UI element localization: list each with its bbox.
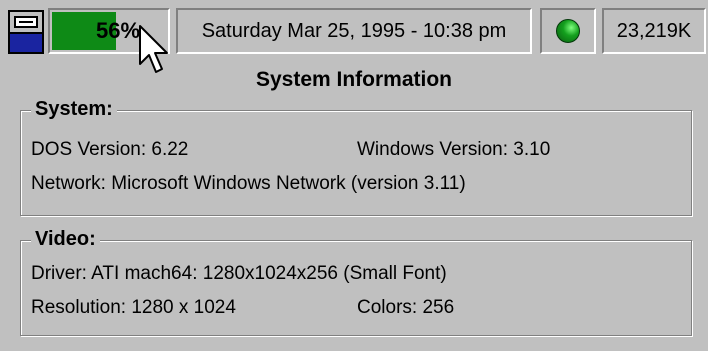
panel-title: System Information xyxy=(255,68,453,91)
dos-version-text: DOS Version: 6.22 xyxy=(31,139,189,160)
network-text: Network: Microsoft Windows Network (vers… xyxy=(31,173,466,194)
windows-version-text: Windows Version: 3.10 xyxy=(357,139,551,160)
video-group: Video: Driver: ATI mach64: 1280x1024x256… xyxy=(20,228,692,336)
status-indicator[interactable] xyxy=(540,8,596,54)
system-menu-button[interactable] xyxy=(8,10,44,54)
mouse-pointer-icon xyxy=(139,25,168,73)
system-menu-icon xyxy=(14,16,38,28)
system-group: System: DOS Version: 6.22 Windows Versio… xyxy=(20,98,692,216)
date-time-display[interactable]: Saturday Mar 25, 1995 - 10:38 pm xyxy=(176,8,532,54)
status-led-icon xyxy=(556,19,580,43)
status-bar: 56% Saturday Mar 25, 1995 - 10:38 pm 23,… xyxy=(0,0,708,62)
system-information-panel: System Information System: DOS Version: … xyxy=(0,62,708,351)
resolution-text: Resolution: 1280 x 1024 xyxy=(31,297,236,318)
video-driver-text: Driver: ATI mach64: 1280x1024x256 (Small… xyxy=(31,263,447,284)
video-group-label: Video: xyxy=(31,228,100,251)
colors-text: Colors: 256 xyxy=(357,297,455,318)
system-group-label: System: xyxy=(31,98,117,121)
memory-display[interactable]: 23,219K xyxy=(602,8,706,54)
